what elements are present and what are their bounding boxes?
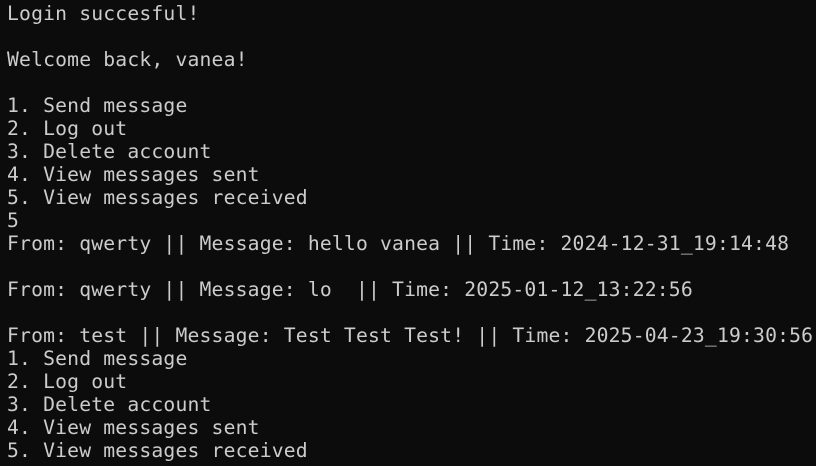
menu-option-send-message: 1. Send message [7,94,188,117]
menu-option-log-out: 2. Log out [7,117,128,140]
status-line-login: Login succesful! [7,2,200,25]
menu-option-view-received: 5. View messages received [7,439,308,462]
message-entry: From: qwerty || Message: hello vanea || … [7,232,790,255]
welcome-line: Welcome back, vanea! [7,48,248,71]
menu-option-view-sent: 4. View messages sent [7,416,260,439]
message-entry: From: test || Message: Test Test Test! |… [7,324,814,347]
menu-option-delete-account: 3. Delete account [7,140,212,163]
message-entry: From: qwerty || Message: lo || Time: 202… [7,278,693,301]
menu-option-view-sent: 4. View messages sent [7,163,260,186]
terminal-output[interactable]: Login succesful! Welcome back, vanea! 1.… [0,0,816,466]
menu-option-view-received: 5. View messages received [7,186,308,209]
menu-option-send-message: 1. Send message [7,347,188,370]
menu-option-delete-account: 3. Delete account [7,393,212,416]
menu-option-log-out: 2. Log out [7,370,128,393]
user-input-line: 5 [7,209,20,232]
